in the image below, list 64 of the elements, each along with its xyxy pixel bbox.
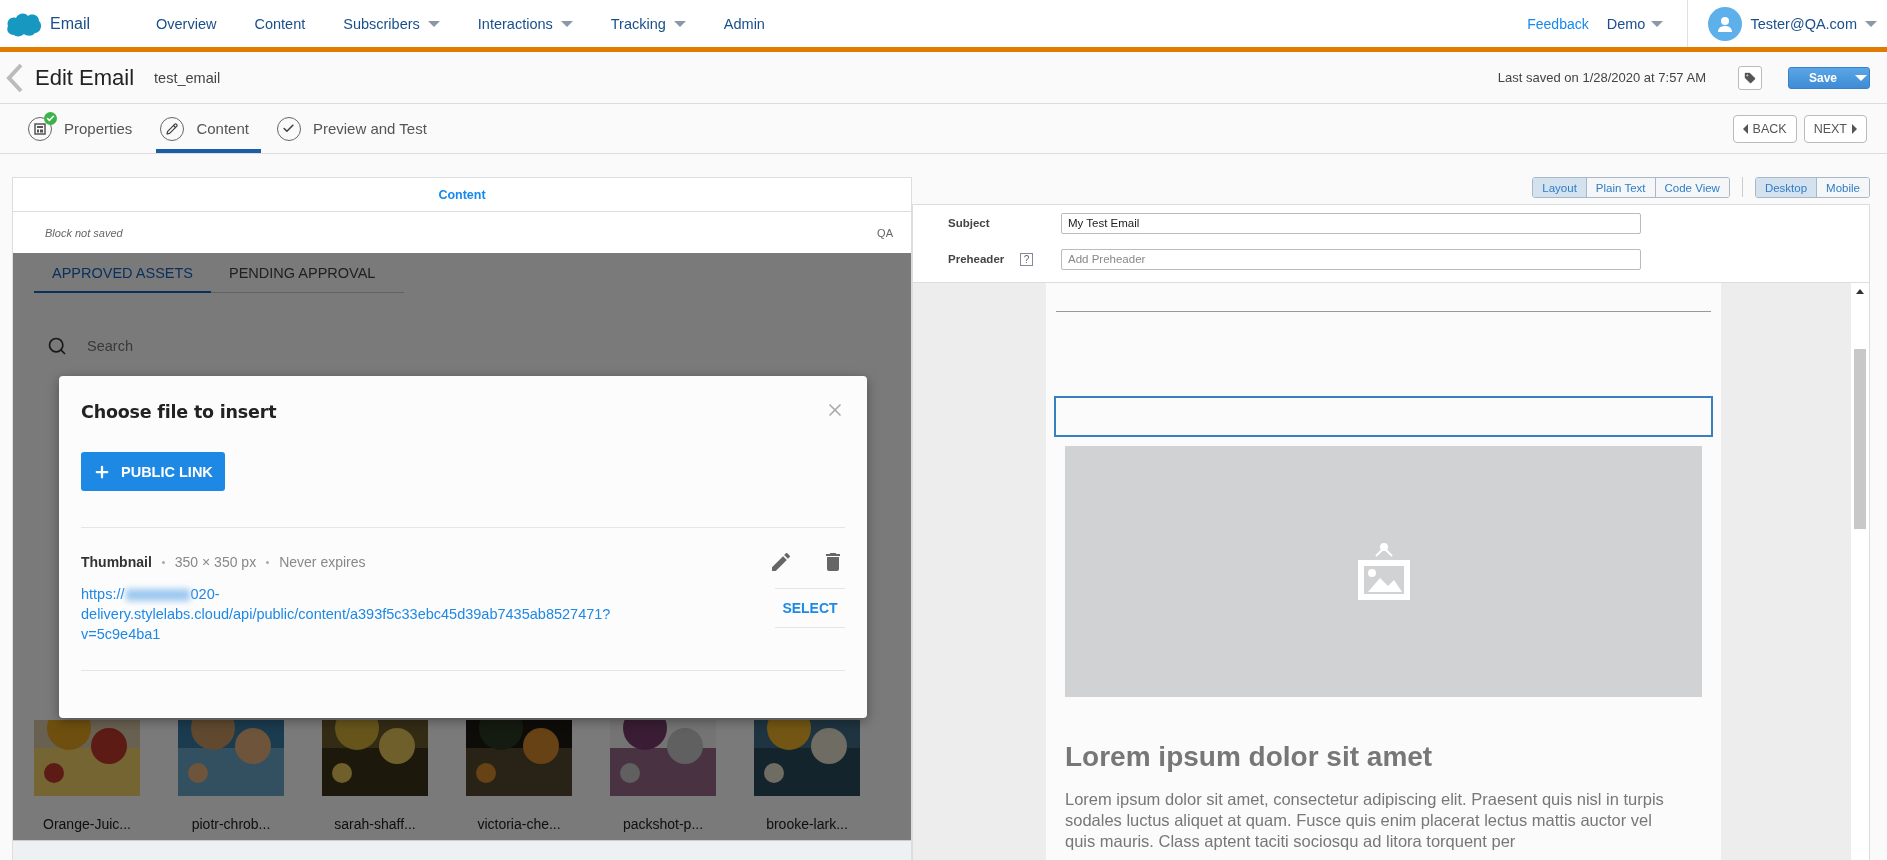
asset-name: sarah-shaff... bbox=[334, 816, 416, 832]
nav-item[interactable]: Tracking bbox=[610, 15, 686, 32]
nav-item[interactable]: Subscribers bbox=[343, 15, 440, 32]
asset-name: Orange-Juic... bbox=[43, 816, 131, 832]
caret-icon bbox=[1855, 74, 1868, 81]
scroll-up-icon[interactable] bbox=[1856, 289, 1864, 294]
nav-item[interactable]: Overview bbox=[156, 15, 217, 32]
text-field[interactable]: Add Preheader bbox=[1061, 248, 1641, 270]
field-label: Subject bbox=[948, 217, 991, 229]
edit-icon[interactable] bbox=[769, 550, 793, 574]
triangle-left-icon bbox=[1742, 123, 1748, 134]
field-label: Preheader bbox=[948, 253, 1006, 265]
scrollbar[interactable] bbox=[1851, 283, 1869, 860]
view-mode-button[interactable]: Plain Text bbox=[1585, 178, 1655, 197]
text-field[interactable]: My Test Email bbox=[1061, 212, 1641, 234]
page-title: Edit Email bbox=[35, 64, 135, 91]
dialog-title: Choose file to insert bbox=[81, 402, 277, 422]
file-name: Thumbnail bbox=[81, 554, 152, 570]
dot-icon bbox=[161, 560, 165, 564]
image-icon bbox=[1355, 541, 1412, 602]
asset-tab[interactable]: PENDING APPROVAL bbox=[211, 259, 394, 293]
caret-icon bbox=[1865, 20, 1877, 27]
asset-name: packshot-p... bbox=[622, 816, 704, 832]
panel-title: Content bbox=[13, 178, 911, 212]
back-button[interactable]: BACK bbox=[1732, 114, 1797, 143]
email-body-text: Lorem ipsum dolor sit amet, consectetur adipiscing elit. Praesent quis nisl in turpis sodales luctus aliquet at quam. Fusce quis enim placerat lectus mattis auctor vel quis mauris. Class aptent taciti sociosqu ad litora torquent per bbox=[1065, 789, 1665, 852]
next-button[interactable]: NEXT bbox=[1803, 114, 1867, 143]
asset-name: brooke-lark... bbox=[766, 816, 848, 832]
email-name: test_email bbox=[154, 69, 222, 86]
step-tab[interactable]: Properties bbox=[24, 104, 145, 153]
triangle-right-icon bbox=[1852, 123, 1857, 134]
avatar-icon bbox=[1708, 6, 1743, 41]
asset-name: victoria-che... bbox=[477, 816, 561, 832]
scroll-thumb[interactable] bbox=[1854, 349, 1866, 529]
email-heading: Lorem ipsum dolor sit amet bbox=[1065, 741, 1434, 773]
nav-item[interactable]: Content bbox=[254, 15, 306, 32]
search-field[interactable]: Search bbox=[85, 337, 385, 355]
file-expiry: Never expires bbox=[279, 554, 366, 570]
step-tab[interactable]: Content bbox=[156, 104, 261, 153]
grid-icon bbox=[34, 122, 46, 135]
asset-name: piotr-chrob... bbox=[191, 816, 271, 832]
qa-label: QA bbox=[877, 226, 893, 239]
help-icon[interactable]: ? bbox=[1020, 252, 1033, 266]
selected-block[interactable] bbox=[1054, 396, 1713, 437]
block-status: Block not saved bbox=[45, 226, 123, 239]
dot-icon bbox=[266, 560, 270, 564]
nav-item[interactable]: Interactions bbox=[477, 15, 573, 32]
last-saved-text: Last saved on 1/28/2020 at 7:57 AM bbox=[1497, 70, 1706, 85]
file-url-link[interactable]: https:// 020-delivery.stylelabs.cloud/api/public/content/a393f5c33ebc45d39ab7435ab8527471?v=5c9e4ba1 bbox=[81, 584, 681, 644]
user-menu[interactable]: Tester@QA.com bbox=[1688, 6, 1887, 41]
device-button[interactable]: Mobile bbox=[1816, 178, 1869, 197]
org-menu[interactable]: Demo bbox=[1606, 0, 1689, 47]
feedback-link[interactable]: Feedback bbox=[1527, 15, 1589, 32]
nav-item[interactable]: Admin bbox=[723, 15, 765, 32]
caret-icon bbox=[1651, 20, 1664, 27]
tag-icon bbox=[1743, 70, 1757, 85]
select-button[interactable]: SELECT bbox=[775, 588, 845, 628]
view-mode-button[interactable]: Code View bbox=[1654, 178, 1729, 197]
app-name: Email bbox=[50, 14, 91, 33]
file-size: 350 × 350 px bbox=[174, 554, 257, 570]
tag-button[interactable] bbox=[1738, 65, 1762, 90]
search-icon bbox=[47, 336, 67, 356]
public-link-button[interactable]: PUBLIC LINK bbox=[81, 452, 225, 491]
step-tab[interactable]: Preview and Test bbox=[272, 104, 439, 153]
